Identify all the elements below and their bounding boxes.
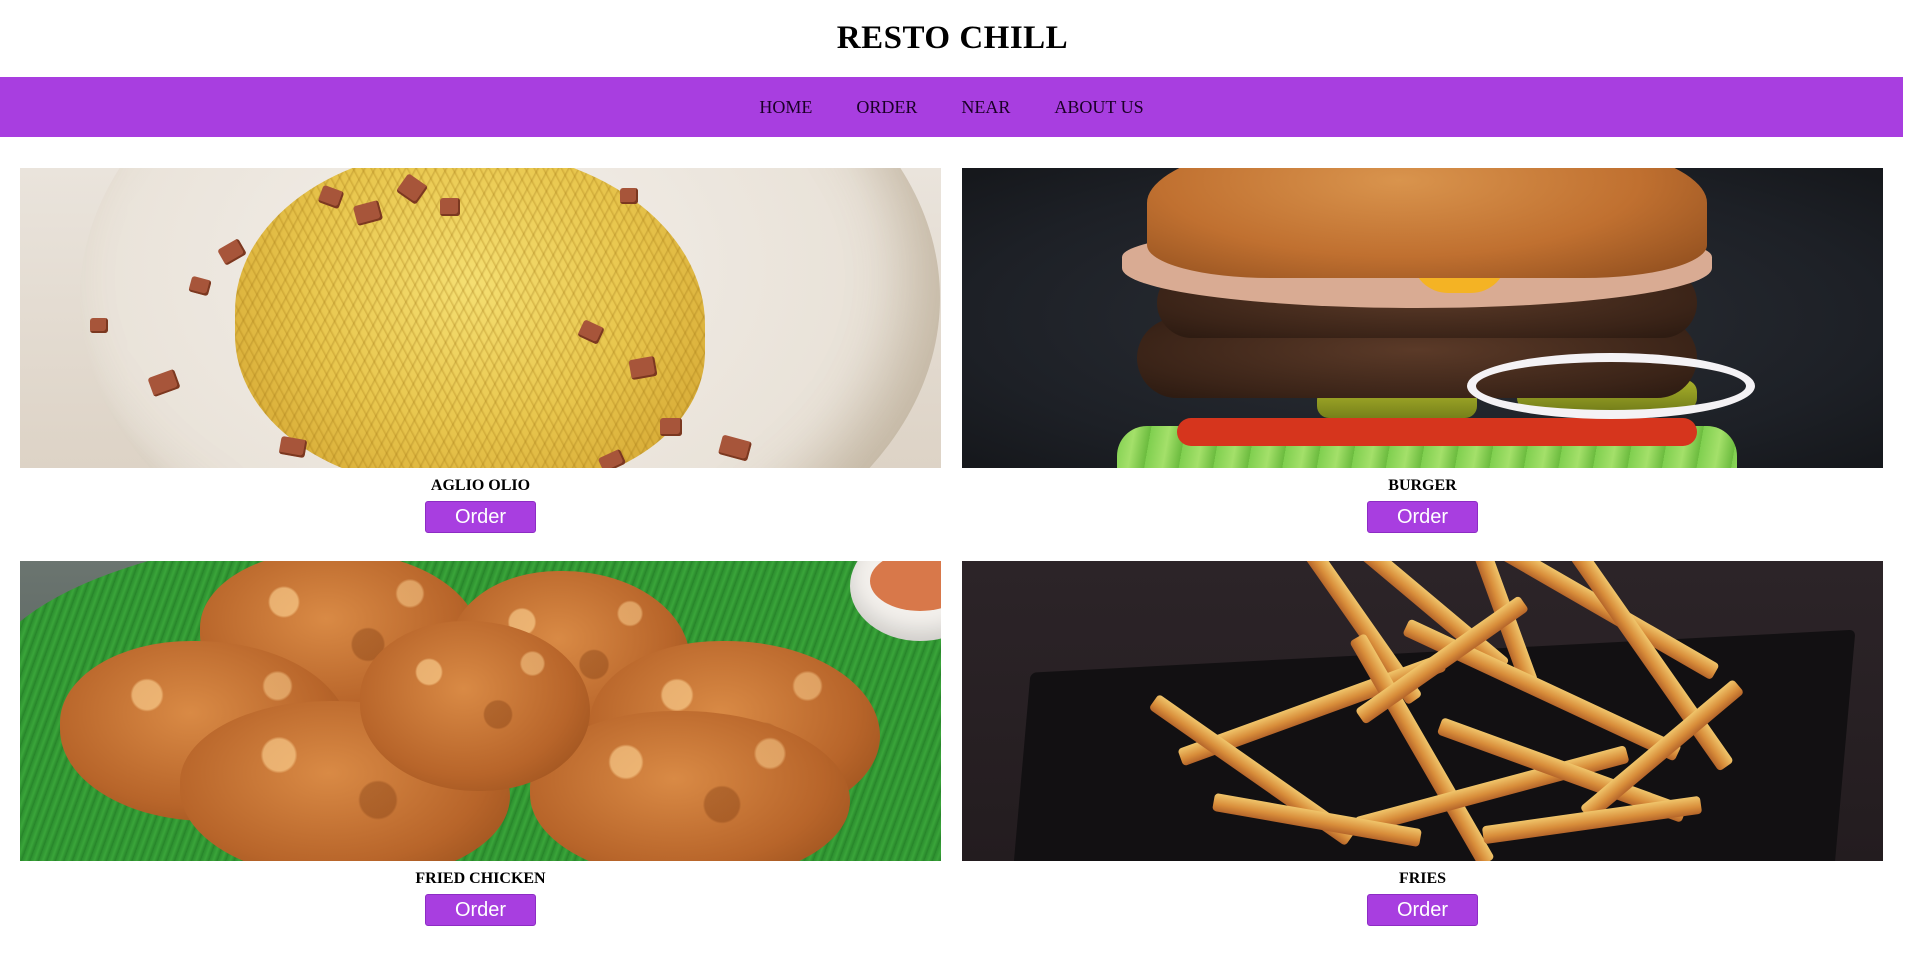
bacon-bit bbox=[90, 318, 108, 333]
burger-image bbox=[962, 168, 1883, 468]
menu-card-burger: BURGER Order bbox=[962, 168, 1883, 533]
nav-link-home[interactable]: HOME bbox=[759, 77, 812, 137]
order-button-fries[interactable]: Order bbox=[1367, 894, 1478, 926]
menu-grid: AGLIO OLIO Order BURGER Order FRIED CHIC… bbox=[20, 168, 1883, 926]
order-button-burger[interactable]: Order bbox=[1367, 501, 1478, 533]
nav-link-near[interactable]: NEAR bbox=[961, 77, 1010, 137]
fries-image bbox=[962, 561, 1883, 861]
food-name: FRIED CHICKEN bbox=[415, 870, 546, 887]
onion-shape bbox=[1467, 353, 1755, 419]
nav-bar: HOME ORDER NEAR ABOUT US bbox=[0, 77, 1903, 137]
site-title: RESTO CHILL bbox=[836, 20, 1069, 56]
bacon-bit bbox=[440, 198, 460, 216]
order-button-fried-chicken[interactable]: Order bbox=[425, 894, 536, 926]
nav-link-order[interactable]: ORDER bbox=[856, 77, 917, 137]
tomato-shape bbox=[1177, 418, 1697, 446]
order-button-aglio-olio[interactable]: Order bbox=[425, 501, 536, 533]
bun-shape bbox=[1147, 168, 1707, 278]
noodles-shape bbox=[235, 168, 705, 468]
bacon-bit bbox=[660, 418, 682, 436]
nav-link-about-us[interactable]: ABOUT US bbox=[1054, 77, 1143, 137]
food-name: BURGER bbox=[1388, 477, 1457, 494]
page: RESTO CHILL HOME ORDER NEAR ABOUT US AGL… bbox=[0, 0, 1905, 955]
food-name: FRIES bbox=[1398, 870, 1447, 887]
menu-card-fries: FRIES Order bbox=[962, 561, 1883, 926]
food-name: AGLIO OLIO bbox=[430, 477, 531, 494]
bacon-bit bbox=[620, 188, 638, 204]
aglio-olio-image bbox=[20, 168, 941, 468]
menu-card-aglio-olio: AGLIO OLIO Order bbox=[20, 168, 941, 533]
fried-chicken-image bbox=[20, 561, 941, 861]
menu-card-fried-chicken: FRIED CHICKEN Order bbox=[20, 561, 941, 926]
